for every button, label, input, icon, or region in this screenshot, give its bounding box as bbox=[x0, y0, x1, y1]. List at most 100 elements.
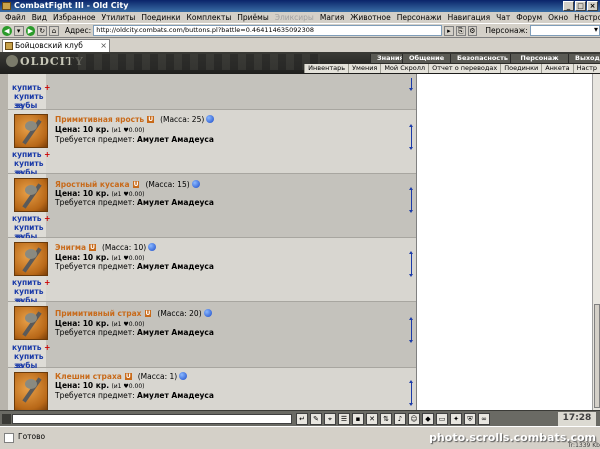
menu-item-magic[interactable]: Магия bbox=[317, 12, 347, 23]
item-requirement: Требуется предмет: Амулет Амадеуса bbox=[55, 391, 214, 400]
enter-icon[interactable]: ↵ bbox=[296, 413, 308, 425]
refresh-icon[interactable]: ↻ bbox=[37, 25, 48, 36]
list-item: Клешни страха U (Масса: 1) Цена: 10 кр. (и… bbox=[8, 368, 416, 410]
copy-icon[interactable]: ⎘ bbox=[455, 25, 466, 36]
nav-exit[interactable]: Выход bbox=[568, 54, 600, 63]
info-icon[interactable] bbox=[206, 115, 215, 123]
close-button[interactable]: × bbox=[587, 1, 598, 11]
menu-item-sets[interactable]: Комплекты bbox=[184, 12, 235, 23]
smile-icon[interactable]: ☺ bbox=[408, 413, 420, 425]
gem-icon[interactable]: ◆ bbox=[422, 413, 434, 425]
list-item: купить + купить за зубы bbox=[8, 74, 416, 110]
nav-battles[interactable]: Поединки bbox=[500, 64, 541, 73]
buy-button[interactable]: купить + bbox=[12, 83, 50, 92]
menu-item-file[interactable]: Файл bbox=[2, 12, 29, 23]
shop-item-list[interactable]: купить + купить за зубы купить + купить … bbox=[8, 74, 416, 410]
menu-item-view[interactable]: Вид bbox=[29, 12, 50, 23]
go-icon[interactable]: ▸ bbox=[443, 25, 454, 36]
tools-icon[interactable]: ✕ bbox=[366, 413, 378, 425]
nav-knowledge[interactable]: Знания bbox=[370, 54, 404, 63]
music-icon[interactable]: ♪ bbox=[394, 413, 406, 425]
menu-item-settings[interactable]: Настройки bbox=[571, 12, 600, 23]
tab-label: Бойцовский клуб bbox=[15, 41, 83, 50]
info-icon[interactable] bbox=[179, 372, 188, 380]
menu-item-chat[interactable]: Чат bbox=[493, 12, 513, 23]
menu-item-elixirs[interactable]: Эликсиры bbox=[272, 12, 317, 23]
page-icon bbox=[4, 433, 14, 443]
chat-mode-icon[interactable] bbox=[2, 414, 11, 424]
buy-button[interactable]: купить + bbox=[12, 343, 50, 352]
glasses-icon[interactable]: ∞ bbox=[478, 413, 490, 425]
down-arrow-icon[interactable] bbox=[409, 210, 413, 213]
item-price: Цена: 10 кр. (и1 ♥0.00) bbox=[55, 189, 145, 198]
info-icon[interactable] bbox=[203, 309, 212, 317]
info-icon[interactable] bbox=[148, 243, 157, 251]
down-arrow-icon[interactable] bbox=[409, 274, 413, 277]
menu-item-characters[interactable]: Персонажи bbox=[394, 12, 445, 23]
tab-fight-club[interactable]: Бойцовский клуб × bbox=[2, 39, 110, 52]
scrollbar-thumb[interactable] bbox=[594, 304, 600, 408]
nav-my-scroll[interactable]: Мой Скролл bbox=[380, 64, 428, 73]
address-label: Адрес: bbox=[64, 26, 92, 35]
settings-icon[interactable]: ⚙ bbox=[467, 25, 478, 36]
filter-icon[interactable]: ⌖ bbox=[324, 413, 336, 425]
menu-item-animal[interactable]: Животное bbox=[347, 12, 393, 23]
menu-item-window[interactable]: Окно bbox=[545, 12, 571, 23]
character-select[interactable] bbox=[529, 25, 600, 36]
status-text: Готово bbox=[18, 432, 46, 441]
nav-transfer-report[interactable]: Отчет о переводах bbox=[428, 64, 500, 73]
down-arrow-icon[interactable] bbox=[409, 403, 413, 406]
dropdown-icon[interactable]: ▾ bbox=[13, 25, 24, 36]
maximize-button[interactable]: □ bbox=[575, 1, 586, 11]
item-image[interactable] bbox=[14, 372, 48, 410]
nav-character[interactable]: Персонаж bbox=[510, 54, 568, 63]
menu-item-battles[interactable]: Поединки bbox=[138, 12, 183, 23]
item-price: Цена: 10 кр. (и1 ♥0.00) bbox=[55, 319, 145, 328]
menu-item-techniques[interactable]: Приёмы bbox=[234, 12, 271, 23]
buy-button[interactable]: купить + bbox=[12, 278, 50, 287]
home-icon[interactable]: ⌂ bbox=[49, 25, 59, 36]
star-icon[interactable]: ✦ bbox=[450, 413, 462, 425]
shield-icon[interactable]: ⛨ bbox=[464, 413, 476, 425]
nav-profile[interactable]: Анкета bbox=[541, 64, 572, 73]
item-name[interactable]: Клешни страха U (Масса: 1) bbox=[55, 372, 188, 381]
down-arrow-icon[interactable] bbox=[409, 147, 413, 150]
folder-icon[interactable]: ▭ bbox=[436, 413, 448, 425]
people-icon[interactable]: ☰ bbox=[338, 413, 350, 425]
item-name[interactable]: Энигма U (Масса: 10) bbox=[55, 243, 157, 252]
buy-button[interactable]: купить + bbox=[12, 214, 50, 223]
down-arrow-icon[interactable] bbox=[409, 88, 413, 91]
menu-item-navigation[interactable]: Навигация bbox=[445, 12, 494, 23]
menu-item-utilities[interactable]: Утилиты bbox=[99, 12, 139, 23]
buy-button[interactable]: купить + bbox=[12, 150, 50, 159]
forward-icon[interactable]: ▶ bbox=[25, 25, 36, 36]
chat-input[interactable] bbox=[12, 414, 292, 424]
item-name[interactable]: Примитивный страх U (Масса: 20) bbox=[55, 309, 212, 318]
back-icon[interactable]: ◀ bbox=[2, 25, 12, 36]
menu-item-favorites[interactable]: Избранное bbox=[50, 12, 99, 23]
address-input[interactable]: http://oldcity.combats.com/buttons.pl?ba… bbox=[93, 25, 442, 36]
save-icon[interactable]: ▪ bbox=[352, 413, 364, 425]
info-icon[interactable] bbox=[191, 180, 200, 188]
nav-communication[interactable]: Общение bbox=[402, 54, 450, 63]
item-image[interactable] bbox=[14, 306, 48, 340]
down-arrow-icon[interactable] bbox=[409, 340, 413, 343]
item-name[interactable]: Примитивная ярость U (Масса: 25) bbox=[55, 115, 215, 124]
clear-icon[interactable]: ✎ bbox=[310, 413, 322, 425]
teeth-label[interactable]: зубы bbox=[16, 101, 37, 110]
item-image[interactable] bbox=[14, 242, 48, 276]
tab-close-icon[interactable]: × bbox=[100, 40, 107, 52]
nav-skills[interactable]: Умения bbox=[348, 64, 380, 73]
vertical-scrollbar[interactable] bbox=[592, 74, 600, 410]
item-image[interactable] bbox=[14, 178, 48, 212]
minimize-button[interactable]: _ bbox=[563, 1, 574, 11]
nav-security[interactable]: Безопасность bbox=[450, 54, 510, 63]
window-titlebar: CombatFight III - Old City _ □ × bbox=[0, 0, 600, 12]
game-header: OLDCITY Знания Общение Безопасность Перс… bbox=[0, 52, 600, 74]
item-name[interactable]: Яростный кусака U (Масса: 15) bbox=[55, 180, 200, 189]
menu-item-forum[interactable]: Форум bbox=[513, 12, 545, 23]
nav-inventory[interactable]: Инвентарь bbox=[304, 64, 348, 73]
scroll-icon[interactable]: ⇅ bbox=[380, 413, 392, 425]
nav-settings[interactable]: Настр bbox=[572, 64, 600, 73]
item-image[interactable] bbox=[14, 114, 48, 148]
